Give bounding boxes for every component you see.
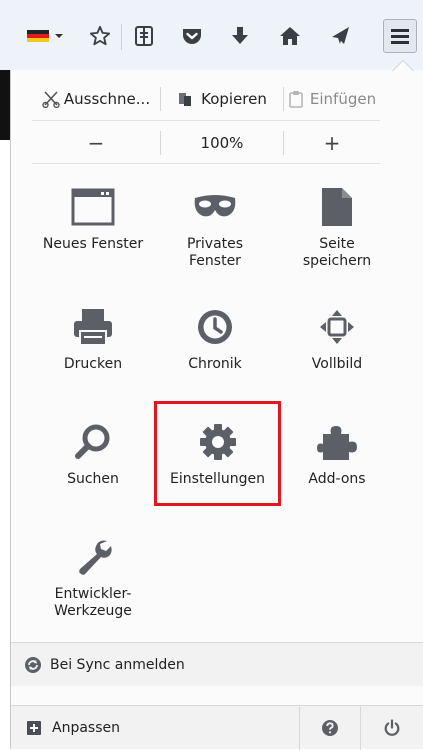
addons-button[interactable]: Add-ons (276, 415, 398, 515)
home-button[interactable] (276, 18, 304, 54)
developer-tools-button[interactable]: Entwickler- Werkzeuge (32, 530, 154, 630)
printer-icon (74, 309, 112, 346)
grid-label: Vollbild (311, 356, 363, 372)
home-icon (280, 27, 300, 45)
browser-toolbar (0, 0, 423, 70)
power-icon (384, 718, 400, 736)
pocket-icon (183, 29, 201, 44)
grid-label: Entwickler- Werkzeuge (54, 586, 132, 619)
new-window-button[interactable]: Neues Fenster (32, 180, 154, 280)
reading-list-icon (135, 26, 153, 46)
paste-button[interactable]: Einfügen (284, 81, 380, 117)
private-window-button[interactable]: Privates Fenster (154, 180, 276, 280)
language-dropdown[interactable] (52, 18, 66, 54)
copy-label: Kopieren (201, 90, 267, 108)
bookmarks-menu-button[interactable] (130, 18, 158, 54)
print-button[interactable]: Drucken (32, 300, 154, 400)
help-button[interactable] (300, 706, 360, 750)
divider (32, 163, 380, 164)
pocket-button[interactable] (178, 18, 206, 54)
wrench-icon (79, 540, 112, 575)
grid-label: Drucken (63, 356, 123, 372)
german-flag-icon (27, 30, 49, 42)
divider (32, 120, 380, 121)
downloads-button[interactable] (226, 18, 254, 54)
scissors-icon (42, 91, 60, 108)
page-edge (0, 70, 10, 140)
preferences-button[interactable]: Einstellungen (154, 401, 281, 506)
panel-arrow (393, 61, 413, 71)
language-button[interactable] (24, 18, 54, 54)
open-menu-button[interactable] (383, 19, 417, 53)
customize-button[interactable]: Anpassen (11, 706, 299, 750)
clock-icon (198, 310, 232, 344)
mask-icon (194, 195, 236, 217)
zoom-controls: − 100% + (32, 125, 380, 161)
sync-icon (25, 656, 41, 673)
grid-label: Add-ons (308, 471, 366, 487)
copy-icon (179, 93, 192, 106)
edit-controls: Ausschne... Kopieren Einfügen (32, 81, 380, 117)
quit-button[interactable] (361, 706, 423, 750)
window-icon (71, 188, 115, 226)
toolbar-separator (121, 24, 122, 50)
bookmark-star-icon (89, 25, 111, 46)
find-button[interactable]: Suchen (32, 415, 154, 515)
plus-box-icon (27, 720, 41, 735)
help-icon (322, 719, 338, 736)
page-icon (322, 188, 352, 226)
grid-label: Suchen (67, 471, 119, 487)
clipboard-icon (289, 91, 303, 108)
magnifier-icon (75, 424, 110, 459)
fullscreen-button[interactable]: Vollbild (276, 300, 398, 400)
dropdown-arrow-icon (55, 34, 63, 38)
sync-label: Bei Sync anmelden (50, 656, 185, 673)
customize-label: Anpassen (52, 719, 120, 736)
zoom-in-button[interactable]: + (284, 125, 380, 161)
zoom-reset-button[interactable]: 100% (161, 125, 283, 161)
bookmark-button[interactable] (86, 18, 114, 54)
grid-label: Seite speichern (302, 236, 372, 269)
grid-label: Neues Fenster (42, 236, 144, 252)
cut-label: Ausschne... (63, 90, 151, 108)
history-button[interactable]: Chronik (154, 300, 276, 400)
customize-footer: Anpassen (11, 705, 423, 750)
grid-label: Privates Fenster (186, 236, 244, 269)
share-button[interactable] (326, 18, 354, 54)
download-icon (232, 27, 248, 44)
sync-signin-row[interactable]: Bei Sync anmelden (11, 642, 423, 686)
zoom-out-button[interactable]: − (32, 125, 160, 161)
cut-button[interactable]: Ausschne... (32, 81, 160, 117)
grid-label: Chronik (188, 356, 242, 372)
copy-button[interactable]: Kopieren (161, 81, 283, 117)
paste-label: Einfügen (309, 90, 377, 108)
fullscreen-icon (320, 310, 354, 344)
save-page-button[interactable]: Seite speichern (276, 180, 398, 280)
puzzle-icon (317, 426, 357, 460)
share-icon (332, 27, 349, 44)
gear-icon (199, 424, 236, 460)
grid-label: Einstellungen (170, 471, 265, 487)
hamburger-menu-icon (391, 29, 409, 44)
